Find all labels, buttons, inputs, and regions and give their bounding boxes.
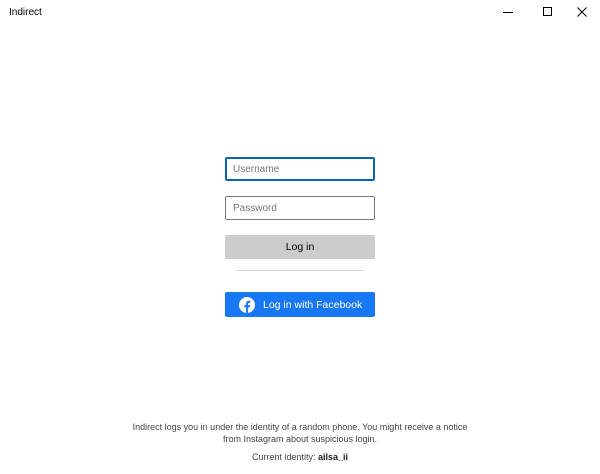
username-field[interactable] (225, 157, 375, 181)
maximize-button[interactable] (533, 0, 563, 24)
maximize-icon (543, 7, 552, 16)
identity-prefix: Current identity: (251, 452, 318, 462)
title-bar[interactable]: Indirect (0, 0, 600, 26)
notice-line-2: from Instagram about suspicious login. (222, 434, 378, 444)
window-title: Indirect (9, 7, 42, 18)
minimize-icon (503, 12, 513, 13)
facebook-login-button[interactable]: Log in with Facebook (225, 292, 375, 317)
close-icon (577, 7, 587, 17)
login-button-label: Log in (285, 241, 315, 253)
notice-line-1: Indirect logs you in under the identity … (132, 422, 468, 432)
divider (237, 270, 363, 271)
minimize-button[interactable] (493, 0, 523, 24)
facebook-login-label: Log in with Facebook (263, 298, 363, 311)
identity-name: ailsa_ii (318, 452, 349, 462)
login-notice: Indirect logs you in under the identity … (100, 421, 500, 445)
current-identity: Current identity: ailsa_ii (100, 451, 500, 463)
close-button[interactable] (567, 0, 597, 24)
password-field[interactable] (225, 196, 375, 220)
app-window: Indirect Log in (0, 0, 600, 474)
facebook-icon (239, 296, 255, 313)
login-button[interactable]: Log in (225, 235, 375, 259)
